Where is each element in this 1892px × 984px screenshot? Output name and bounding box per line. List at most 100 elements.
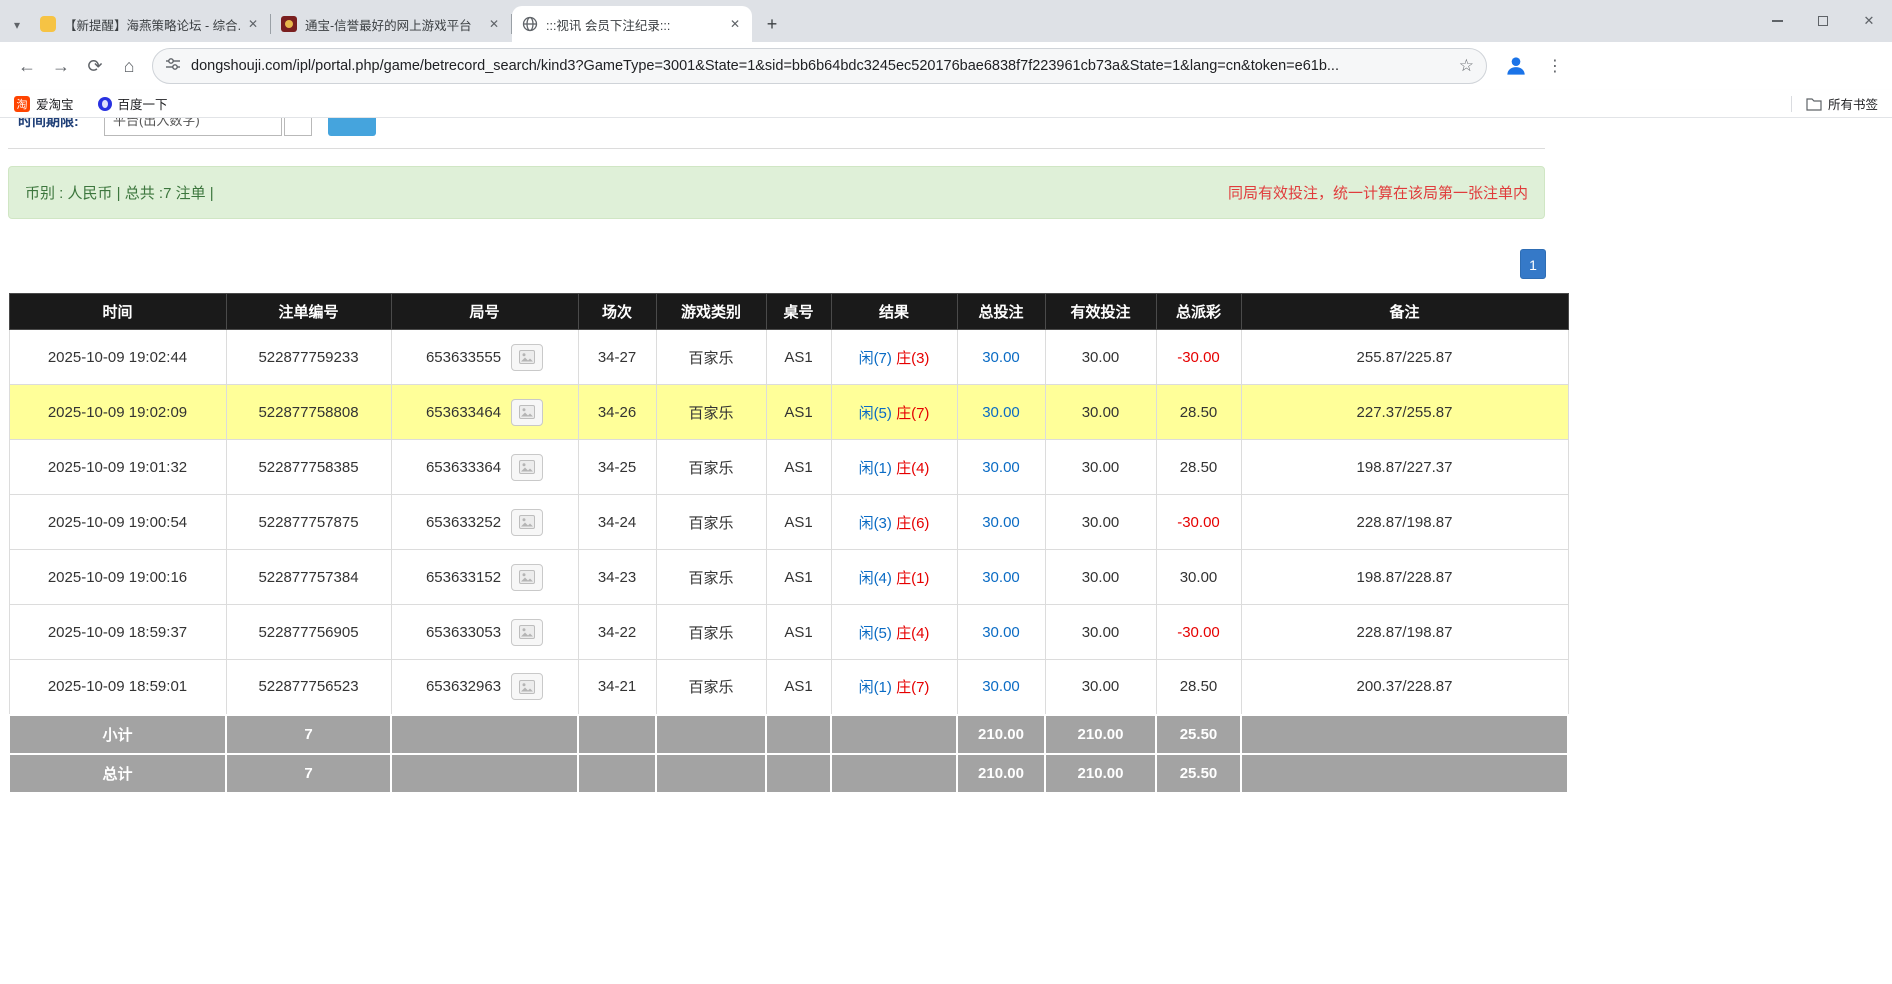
cell-game-type: 百家乐 [656,330,766,385]
round-number: 653633464 [426,404,501,421]
profile-avatar[interactable] [1501,51,1531,81]
column-header-session: 场次 [578,294,656,330]
summary-empty [831,754,957,793]
bet-row: 2025-10-09 18:59:01522877756523653632963… [9,660,1568,715]
search-button[interactable] [328,118,376,136]
back-button[interactable]: ← [10,49,44,83]
forward-button[interactable]: → [44,49,78,83]
cell-note: 200.37/228.87 [1241,660,1568,715]
cell-payout: 28.50 [1156,440,1241,495]
reload-button[interactable]: ⟳ [78,49,112,83]
browser-menu-icon[interactable]: ⋮ [1543,56,1567,76]
replay-button[interactable] [511,399,543,426]
site-settings-icon[interactable] [165,56,181,77]
cell-session: 34-25 [578,440,656,495]
search-filter-input[interactable]: 平台(出入数字) [104,118,282,136]
player-result: 闲(5) [859,625,892,642]
cell-total-bet[interactable]: 30.00 [957,660,1045,715]
cell-total-bet[interactable]: 30.00 [957,385,1045,440]
summary-empty [656,715,766,754]
bet-row: 2025-10-09 19:00:16522877757384653633152… [9,550,1568,605]
bookmark-star-icon[interactable]: ☆ [1459,56,1474,76]
all-bookmarks[interactable]: 所有书签 [1791,94,1878,113]
column-header-table: 桌号 [766,294,831,330]
tab-title: :::视讯 会员下注纪录::: [546,15,722,34]
tab-close-icon[interactable]: ✕ [485,15,503,33]
round-number: 653632963 [426,678,501,695]
url-bar[interactable]: dongshouji.com/ipl/portal.php/game/betre… [152,48,1487,84]
cell-bet-id: 522877758385 [226,440,391,495]
cell-round: 653633053 [391,605,578,660]
cell-time: 2025-10-09 18:59:37 [9,605,226,660]
summary-empty [578,715,656,754]
tab-search-chevron-icon[interactable]: ▾ [4,8,30,42]
summary-total-bet: 210.00 [957,754,1045,793]
replay-button[interactable] [511,564,543,591]
bookmark-taobao[interactable]: 淘 爱淘宝 [14,94,74,113]
bet-row: 2025-10-09 19:01:32522877758385653633364… [9,440,1568,495]
cell-total-bet[interactable]: 30.00 [957,605,1045,660]
tab-bet-record[interactable]: :::视讯 会员下注纪录::: ✕ [512,6,752,42]
cell-result: 闲(1) 庄(7) [831,660,957,715]
bet-row: 2025-10-09 18:59:37522877756905653633053… [9,605,1568,660]
tab-tongbao[interactable]: 通宝-信誉最好的网上游戏平台 ✕ [271,6,511,42]
summary-valid-bet: 210.00 [1045,715,1156,754]
summary-empty [1241,715,1568,754]
cell-result: 闲(5) 庄(7) [831,385,957,440]
cell-bet-id: 522877759233 [226,330,391,385]
minimize-button[interactable] [1754,0,1800,42]
close-window-button[interactable]: ✕ [1846,0,1892,42]
round-number: 653633252 [426,514,501,531]
summary-empty [656,754,766,793]
summary-total-bet: 210.00 [957,715,1045,754]
search-filter-dropdown[interactable] [284,118,312,136]
cell-time: 2025-10-09 19:02:44 [9,330,226,385]
bet-row: 2025-10-09 19:02:44522877759233653633555… [9,330,1568,385]
column-header-time: 时间 [9,294,226,330]
bet-row: 2025-10-09 19:02:09522877758808653633464… [9,385,1568,440]
summary-row: 总计7210.00210.0025.50 [9,754,1568,793]
replay-button[interactable] [511,454,543,481]
replay-button[interactable] [511,344,543,371]
cell-total-bet[interactable]: 30.00 [957,330,1045,385]
cell-game-type: 百家乐 [656,550,766,605]
home-button[interactable]: ⌂ [112,49,146,83]
replay-button[interactable] [511,509,543,536]
cell-bet-id: 522877758808 [226,385,391,440]
cell-note: 255.87/225.87 [1241,330,1568,385]
tab-close-icon[interactable]: ✕ [244,15,262,33]
bookmark-baidu[interactable]: 百度一下 [98,94,168,113]
maximize-button[interactable] [1800,0,1846,42]
replay-button[interactable] [511,619,543,646]
cell-game-type: 百家乐 [656,605,766,660]
table-header-row: 时间 注单编号 局号 场次 游戏类别 桌号 结果 总投注 有效投注 总派彩 备注 [9,294,1568,330]
column-header-bet-id: 注单编号 [226,294,391,330]
cell-total-bet[interactable]: 30.00 [957,440,1045,495]
page-content: 时间期限: 平台(出入数字) 币别 : 人民币 | 总共 :7 注单 | 同局有… [0,118,1892,984]
page-1-button[interactable]: 1 [1520,249,1546,279]
tab-forum[interactable]: 【新提醒】海燕策略论坛 - 综合... ✕ [30,6,270,42]
cell-round: 653633152 [391,550,578,605]
cell-total-bet[interactable]: 30.00 [957,495,1045,550]
tab-title: 通宝-信誉最好的网上游戏平台 [305,15,481,34]
cell-valid-bet: 30.00 [1045,385,1156,440]
round-number: 653633364 [426,459,501,476]
column-header-payout: 总派彩 [1156,294,1241,330]
cell-bet-id: 522877757384 [226,550,391,605]
replay-button[interactable] [511,673,543,700]
cell-payout: 28.50 [1156,660,1241,715]
summary-empty [831,715,957,754]
bet-row: 2025-10-09 19:00:54522877757875653633252… [9,495,1568,550]
bookmark-label: 爱淘宝 [36,94,74,113]
cell-session: 34-21 [578,660,656,715]
cell-total-bet[interactable]: 30.00 [957,550,1045,605]
divider [1791,96,1792,112]
banker-result: 庄(4) [896,460,929,477]
summary-banner: 币别 : 人民币 | 总共 :7 注单 | 同局有效投注，统一计算在该局第一张注… [8,166,1545,219]
tab-close-icon[interactable]: ✕ [726,15,744,33]
summary-count: 7 [226,715,391,754]
banker-result: 庄(1) [896,570,929,587]
new-tab-button[interactable]: + [758,10,786,38]
summary-empty [578,754,656,793]
cell-bet-id: 522877756905 [226,605,391,660]
